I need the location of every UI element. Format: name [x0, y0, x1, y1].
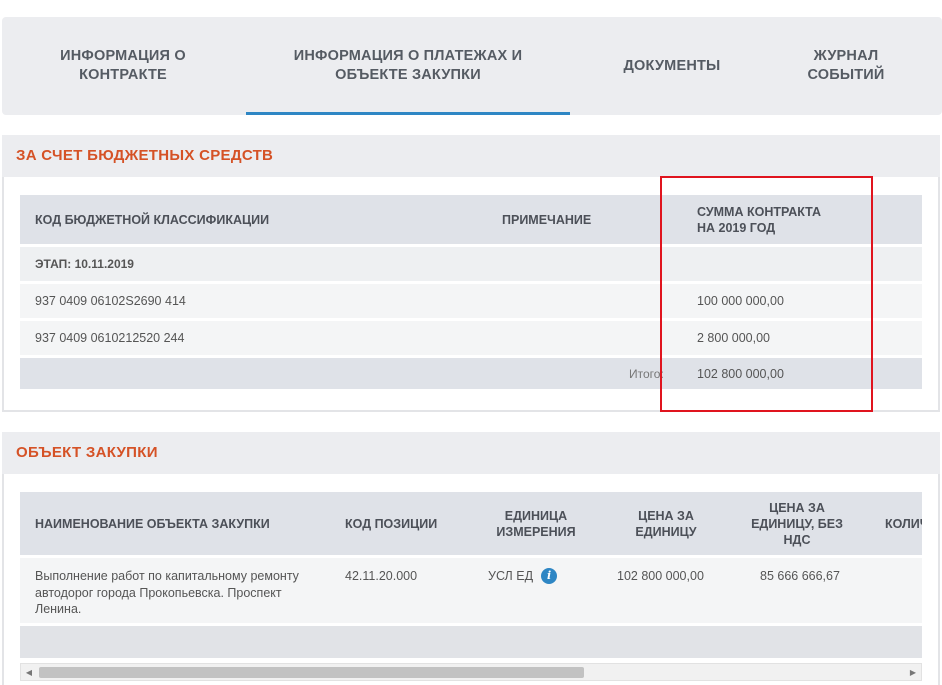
- tab-contract-info[interactable]: Информация о контракте: [2, 17, 244, 115]
- budget-section-header: За счет бюджетных средств: [2, 135, 940, 177]
- purchase-section-header: Объект закупки: [2, 432, 940, 474]
- tab-label: Информация о контракте: [60, 48, 186, 83]
- purchase-unit-cell: УСЛ ЕД i: [488, 558, 558, 623]
- section-title: За счет бюджетных средств: [16, 147, 274, 164]
- tab-label: Документы: [623, 57, 721, 74]
- highlight-box: [660, 176, 873, 412]
- arrow-left-icon[interactable]: ◀: [21, 664, 37, 680]
- purchase-name: Выполнение работ по капитальному ремонту…: [35, 569, 299, 616]
- header-quantity: Количество: [885, 516, 922, 531]
- tab-documents[interactable]: Документы: [582, 17, 762, 115]
- section-title: Объект закупки: [16, 444, 158, 461]
- stage-label: ЭТАП: 10.11.2019: [35, 257, 134, 271]
- purchase-table: Наименование объекта закупки Код позиции…: [20, 492, 922, 658]
- budget-code: 937 0409 06102S2690 414: [35, 294, 186, 308]
- table-header-row: Наименование объекта закупки Код позиции…: [20, 492, 922, 558]
- header-position-code: Код позиции: [345, 516, 438, 531]
- table-row-empty: [20, 626, 922, 658]
- budget-code: 937 0409 0610212520 244: [35, 331, 185, 345]
- header-price-no-vat: Цена за единицу, без НДС: [751, 500, 843, 547]
- info-icon[interactable]: i: [541, 568, 558, 584]
- horizontal-scrollbar[interactable]: ◀ ▶: [20, 663, 922, 681]
- purchase-price-no-vat: 85 666 666,67: [760, 569, 840, 583]
- purchase-price: 102 800 000,00: [617, 569, 704, 583]
- tab-label: Информация о платежах и объекте закупки: [293, 48, 523, 83]
- header-price: Цена за единицу: [635, 508, 697, 539]
- header-note: Примечание: [502, 212, 592, 227]
- header-name: Наименование объекта закупки: [35, 516, 270, 531]
- header-code: Код бюджетной классификации: [35, 212, 270, 227]
- tab-event-log[interactable]: Журнал событий: [772, 17, 920, 115]
- total-label: Итого:: [629, 366, 664, 381]
- purchase-position-code: 42.11.20.000: [345, 569, 418, 583]
- arrow-right-icon[interactable]: ▶: [905, 664, 921, 680]
- tab-payments-info[interactable]: Информация о платежах и объекте закупки: [246, 17, 570, 115]
- tab-label: Журнал событий: [807, 48, 885, 83]
- header-unit: Единица измерения: [496, 508, 576, 539]
- purchase-unit: УСЛ ЕД: [488, 569, 534, 583]
- tab-bar: Информация о контракте Информация о плат…: [2, 17, 942, 115]
- scroll-thumb[interactable]: [39, 667, 584, 678]
- table-row: Выполнение работ по капитальному ремонту…: [20, 558, 922, 626]
